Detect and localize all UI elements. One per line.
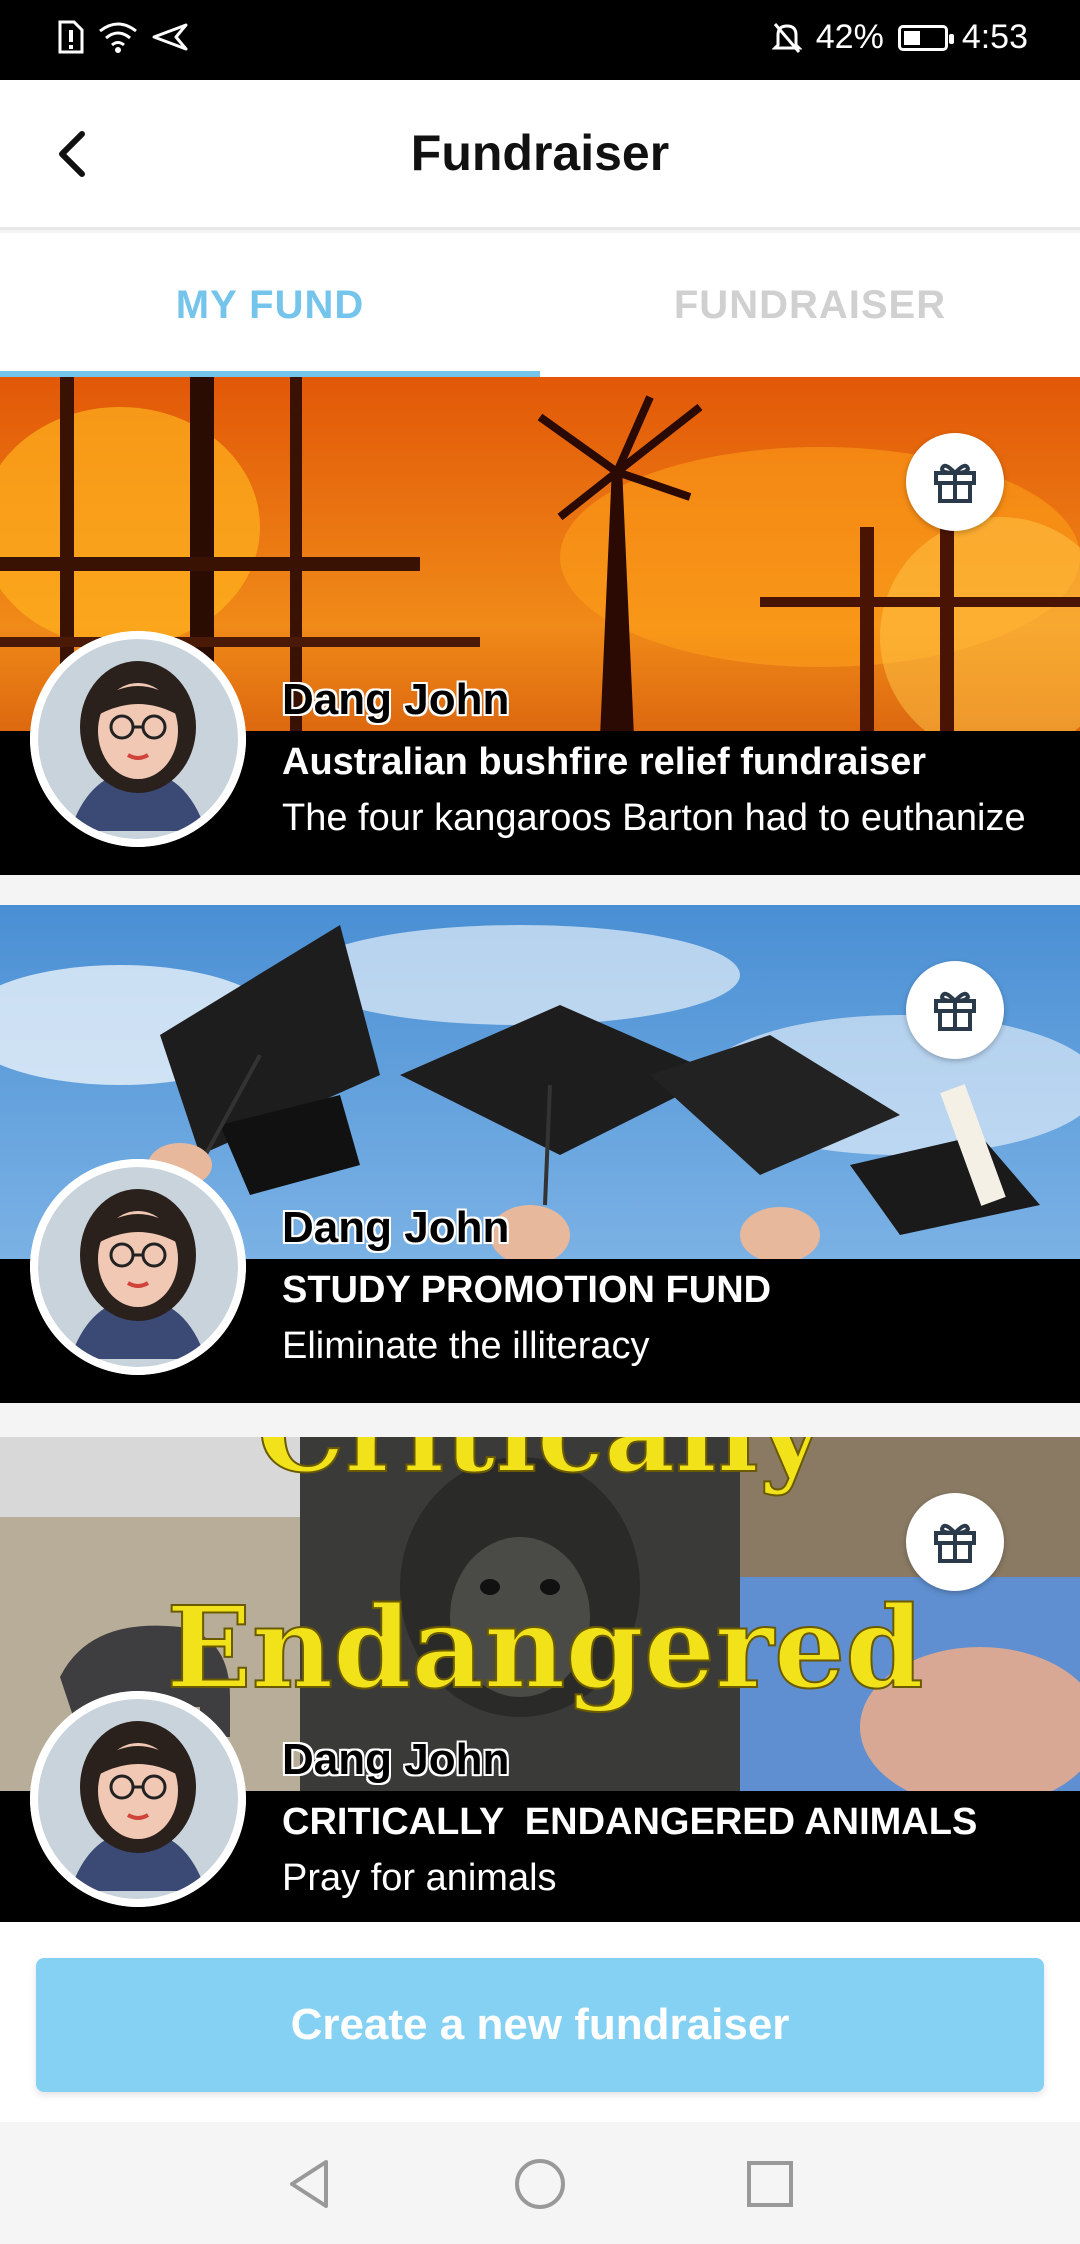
tab-fundraiser[interactable]: FUNDRAISER: [540, 233, 1080, 377]
tab-my-fund[interactable]: MY FUND: [0, 233, 540, 377]
fund-owner-name: Dang John: [282, 675, 510, 724]
sim-alert-icon: [58, 20, 84, 54]
banner-text-critically: Critically: [257, 1437, 826, 1497]
battery-icon: [897, 24, 954, 51]
gift-button[interactable]: [906, 1493, 1004, 1591]
gift-icon: [934, 991, 976, 1031]
airplane-icon: [152, 23, 188, 51]
battery-percent: 42%: [815, 18, 884, 56]
fund-card[interactable]: STUDY PROMOTION FUND Eliminate the illit…: [0, 905, 1080, 1403]
avatar: [30, 1691, 246, 1907]
mute-bell-icon: [771, 22, 802, 53]
tab-bar: MY FUND FUNDRAISER: [0, 233, 1080, 377]
clock: 4:53: [961, 18, 1028, 56]
nav-home-icon[interactable]: [512, 2156, 568, 2212]
gift-icon: [934, 463, 976, 503]
fund-title: STUDY PROMOTION FUND: [282, 1269, 772, 1311]
fund-description: Pray for animals: [282, 1857, 557, 1899]
bottom-action-bar: Create a new fundraiser: [0, 1922, 1080, 2122]
fund-owner-name: Dang John: [282, 1735, 510, 1784]
page-title: Fundraiser: [410, 125, 670, 181]
fund-description: The four kangaroos Barton had to euthani…: [282, 797, 1026, 839]
create-fundraiser-button[interactable]: Create a new fundraiser: [36, 1958, 1044, 2092]
gift-icon: [934, 1523, 976, 1563]
nav-recents-icon[interactable]: [742, 2156, 798, 2212]
fund-card[interactable]: Australian bushfire relief fundraiser Th…: [0, 377, 1080, 875]
fund-title: Australian bushfire relief fundraiser: [282, 741, 927, 783]
fund-title: CRITICALLY ENDANGERED ANIMALS: [282, 1801, 978, 1843]
avatar: [30, 1159, 246, 1375]
nav-back-icon[interactable]: [282, 2156, 338, 2212]
fund-owner-name: Dang John: [282, 1203, 510, 1252]
banner-text-endangered: Endangered: [166, 1583, 923, 1714]
fund-card[interactable]: Critically Endangered CRITICALLY ENDANGE…: [0, 1437, 1080, 1935]
system-nav-bar: [0, 2122, 1080, 2244]
wifi-icon: [99, 22, 137, 53]
gift-button[interactable]: [906, 433, 1004, 531]
gift-button[interactable]: [906, 961, 1004, 1059]
status-bar: 42% 4:53: [0, 0, 1080, 80]
fund-description: Eliminate the illiteracy: [282, 1325, 650, 1367]
app-bar: Fundraiser: [0, 80, 1080, 230]
avatar: [30, 631, 246, 847]
